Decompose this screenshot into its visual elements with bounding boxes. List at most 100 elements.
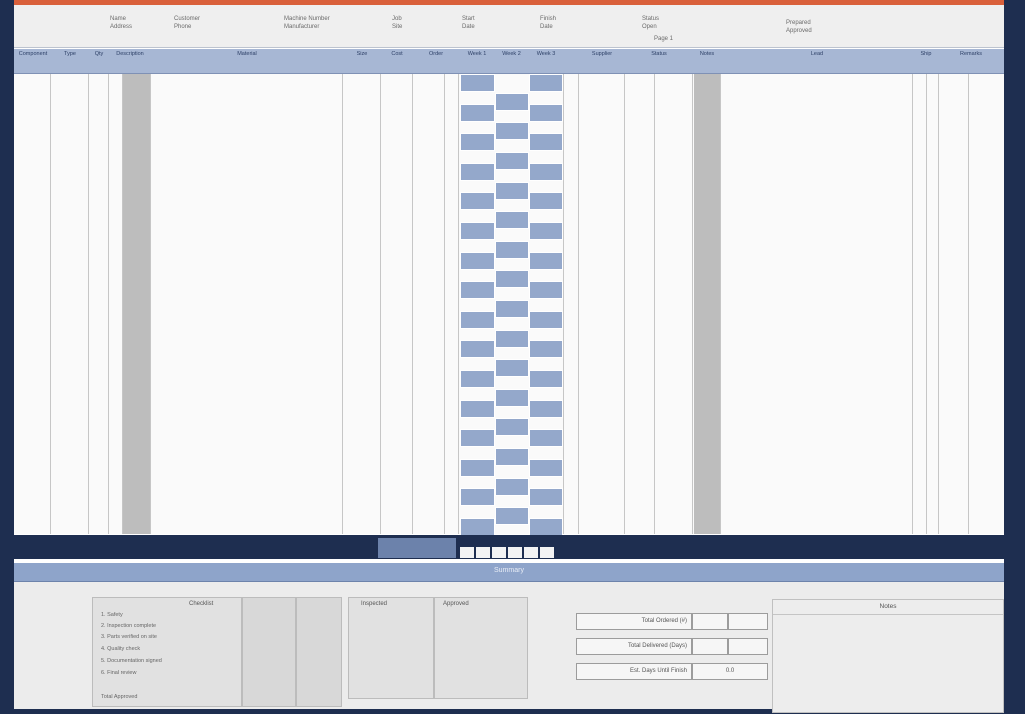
week-cell[interactable] <box>460 518 495 536</box>
column-header: Notes <box>699 51 715 57</box>
week-cell[interactable] <box>460 311 495 329</box>
notes-panel[interactable]: Notes <box>772 599 1004 713</box>
column-header: Size <box>356 51 368 57</box>
week-cell[interactable] <box>495 122 529 140</box>
week-cell[interactable] <box>495 330 529 348</box>
header-field: Start Date <box>462 16 475 30</box>
week-cell[interactable] <box>495 300 529 318</box>
column-header: Remarks <box>959 51 982 57</box>
week-cell[interactable] <box>460 459 495 477</box>
week-cell[interactable] <box>460 133 495 151</box>
week-cell[interactable] <box>495 211 529 229</box>
cell-marker <box>524 547 538 558</box>
week-cell[interactable] <box>529 281 563 299</box>
week-cell[interactable] <box>529 74 563 92</box>
week-cell[interactable] <box>529 429 563 447</box>
est-days-value[interactable]: 0.0 <box>692 663 768 680</box>
week-cell[interactable] <box>529 518 563 536</box>
week-cell[interactable] <box>529 252 563 270</box>
checklist-tick-column[interactable] <box>242 597 296 707</box>
column-header: Lead <box>810 51 824 57</box>
week-cell[interactable] <box>529 163 563 181</box>
week-cell[interactable] <box>460 281 495 299</box>
scroll-indicator[interactable] <box>378 538 456 558</box>
section-title: Summary <box>494 567 524 574</box>
week-cell[interactable] <box>495 418 529 436</box>
week-cell[interactable] <box>460 222 495 240</box>
column-header: Week 2 <box>502 51 521 57</box>
week-cell[interactable] <box>495 152 529 170</box>
week-cell[interactable] <box>529 340 563 358</box>
total-ordered-value[interactable] <box>692 613 728 630</box>
column-divider <box>88 74 89 534</box>
week-cell[interactable] <box>529 459 563 477</box>
week-cell[interactable] <box>460 340 495 358</box>
header-field: Customer Phone <box>174 16 201 30</box>
checklist-title: Checklist <box>189 601 214 607</box>
week-cell[interactable] <box>495 389 529 407</box>
week-cell[interactable] <box>529 104 563 122</box>
week-cell[interactable] <box>460 400 495 418</box>
column-divider <box>150 74 151 534</box>
column-divider <box>458 74 459 534</box>
week-cell[interactable] <box>529 133 563 151</box>
week-cell[interactable] <box>495 507 529 525</box>
total-delivered-value[interactable] <box>692 638 728 655</box>
checklist-item: 6. Final review <box>101 670 137 676</box>
cell-marker <box>508 547 522 558</box>
week-cell[interactable] <box>460 429 495 447</box>
week-cell[interactable] <box>495 448 529 466</box>
week-cell[interactable] <box>460 488 495 506</box>
checklist-tick-column[interactable] <box>296 597 342 707</box>
week-cell[interactable] <box>529 488 563 506</box>
week-cell[interactable] <box>529 370 563 388</box>
column-divider <box>692 74 693 534</box>
approved-panel: Approved <box>434 597 528 699</box>
week-cell[interactable] <box>460 163 495 181</box>
column-divider <box>938 74 939 534</box>
column-divider <box>412 74 413 534</box>
week-cell[interactable] <box>529 400 563 418</box>
week-cell[interactable] <box>529 311 563 329</box>
column-divider <box>342 74 343 534</box>
shaded-column <box>122 74 150 534</box>
week-cell[interactable] <box>460 104 495 122</box>
week-cell[interactable] <box>460 74 495 92</box>
week-cell[interactable] <box>495 241 529 259</box>
approved-title: Approved <box>443 601 469 607</box>
header-field: Prepared Approved <box>786 20 812 34</box>
total-ordered-extra[interactable] <box>728 613 768 630</box>
header-field: Machine Number Manufacturer <box>284 16 330 30</box>
total-delivered-extra[interactable] <box>728 638 768 655</box>
total-delivered-label: Total Delivered (Days) <box>576 638 692 655</box>
cell-marker <box>540 547 554 558</box>
week-cell[interactable] <box>495 270 529 288</box>
column-divider <box>444 74 445 534</box>
shaded-column <box>694 74 720 534</box>
column-header-row: Component Type Qty Description Material … <box>14 49 1004 74</box>
column-header: Ship <box>920 51 932 57</box>
week-cell[interactable] <box>460 252 495 270</box>
week-cell[interactable] <box>495 93 529 111</box>
column-header: Order <box>428 51 444 57</box>
inspected-panel: Inspected <box>348 597 434 699</box>
week-cell[interactable] <box>495 478 529 496</box>
column-divider <box>122 74 123 534</box>
column-header: Week 1 <box>467 51 487 57</box>
column-divider <box>654 74 655 534</box>
checklist-item: 2. Inspection complete <box>101 623 157 629</box>
week-cell[interactable] <box>460 370 495 388</box>
week-cell[interactable] <box>460 192 495 210</box>
cell-marker <box>460 547 474 558</box>
column-header: Qty <box>94 51 104 57</box>
week-cell[interactable] <box>529 192 563 210</box>
notes-title: Notes <box>773 600 1003 615</box>
data-grid[interactable] <box>14 74 1004 536</box>
week-cell[interactable] <box>495 359 529 377</box>
column-divider <box>624 74 625 534</box>
column-divider <box>926 74 927 534</box>
checklist-item: 1. Safety <box>101 612 123 618</box>
week-cell[interactable] <box>495 182 529 200</box>
week-cell[interactable] <box>529 222 563 240</box>
cell-marker <box>492 547 506 558</box>
